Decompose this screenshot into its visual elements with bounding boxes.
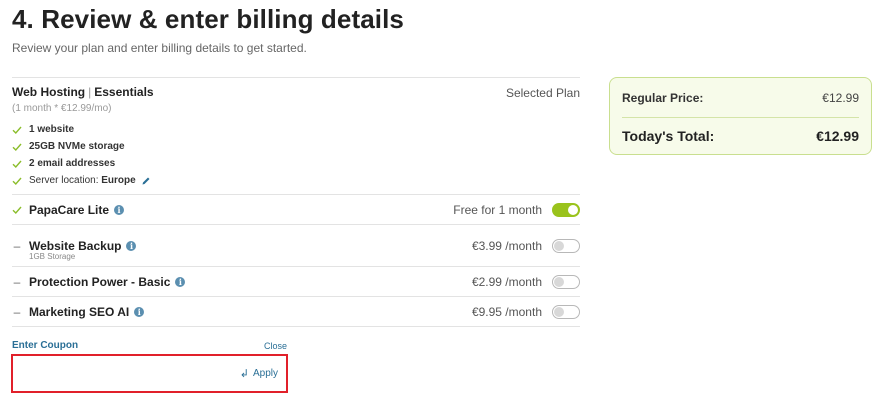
coupon-label: Enter Coupon <box>12 340 79 351</box>
addon-price: €2.99 /month <box>471 274 542 289</box>
addon-price: €3.99 /month <box>471 238 542 253</box>
coupon-close-link[interactable]: Close <box>264 341 287 351</box>
plan-separator: | <box>88 85 92 99</box>
check-icon <box>12 177 22 185</box>
feature-label: Server location: <box>29 175 99 186</box>
feature-item: 1 website <box>12 121 580 138</box>
dash-icon: – <box>13 238 21 253</box>
info-icon[interactable]: i <box>134 306 145 317</box>
addon-row: – Marketing SEO AI i €9.95 /month <box>12 297 580 327</box>
check-icon <box>12 126 22 134</box>
regular-price-row: Regular Price: €12.99 <box>622 78 859 118</box>
regular-price-value: €12.99 <box>822 90 859 105</box>
addon-name: Protection Power - Basic <box>29 274 171 289</box>
apply-button[interactable]: ↲ Apply <box>240 367 278 380</box>
addon-row: – Protection Power - Basic i €2.99 /mont… <box>12 267 580 297</box>
addon-toggle[interactable] <box>552 238 580 253</box>
apply-label: Apply <box>252 368 278 379</box>
toggle-knob <box>568 204 578 215</box>
info-icon[interactable]: i <box>126 240 137 251</box>
info-icon[interactable]: i <box>175 276 186 287</box>
addon-name: Marketing SEO AI <box>29 304 130 319</box>
addon-name: Website Backup <box>29 238 122 253</box>
dash-icon: – <box>13 274 21 289</box>
feature-item: 25GB NVMe storage <box>12 138 580 155</box>
check-icon <box>12 143 22 151</box>
total-value: €12.99 <box>816 128 859 144</box>
toggle-knob <box>554 306 564 317</box>
total-label: Today's Total: <box>622 128 715 144</box>
addon-toggle[interactable] <box>552 304 580 319</box>
plan-header: Web Hosting | Essentials (1 month * €12.99… <box>12 78 580 195</box>
info-icon[interactable]: i <box>114 204 125 215</box>
price-summary: Regular Price: €12.99 Today's Total: €12… <box>609 77 872 155</box>
dash-icon: – <box>13 304 21 319</box>
addon-row: – Website Backup i 1GB Storage €3.99 /mo… <box>12 225 580 267</box>
page-title: 4. Review & enter billing details <box>12 4 404 34</box>
feature-label: 2 email addresses <box>29 158 116 169</box>
addon-name: PapaCare Lite <box>29 202 110 217</box>
feature-label: 25GB NVMe storage <box>29 141 125 152</box>
total-row: Today's Total: €12.99 <box>622 118 859 154</box>
return-icon: ↲ <box>239 368 249 380</box>
feature-item: 2 email addresses <box>12 155 580 172</box>
addon-price: €9.95 /month <box>471 304 542 319</box>
server-location-value: Europe <box>101 175 136 186</box>
feature-label: 1 website <box>29 124 75 135</box>
coupon-field: ↲ Apply <box>11 354 288 393</box>
plan-details: Web Hosting | Essentials (1 month * €12.99… <box>12 77 580 327</box>
addon-row: PapaCare Lite i Free for 1 month <box>12 195 580 225</box>
check-icon <box>12 160 22 168</box>
coupon-input[interactable] <box>17 362 217 386</box>
regular-price-label: Regular Price: <box>622 90 704 105</box>
page-subtitle: Review your plan and enter billing detai… <box>12 41 307 55</box>
feature-list: 1 website 25GB NVMe storage 2 email addr… <box>12 121 580 189</box>
check-icon <box>12 206 22 214</box>
toggle-knob <box>554 276 564 287</box>
addon-toggle[interactable] <box>552 202 580 217</box>
addon-price: Free for 1 month <box>453 202 542 217</box>
plan-tier: Essentials <box>94 85 154 99</box>
toggle-knob <box>554 240 564 251</box>
pencil-icon[interactable] <box>141 176 151 186</box>
plan-term: (1 month * €12.99/mo) <box>12 103 112 114</box>
addon-toggle[interactable] <box>552 274 580 289</box>
addon-subtext: 1GB Storage <box>29 252 76 261</box>
selected-plan-label: Selected Plan <box>505 86 580 100</box>
feature-item: Server location: Europe <box>12 172 580 189</box>
plan-name: Web Hosting | Essentials <box>12 85 580 99</box>
plan-product: Web Hosting <box>12 85 86 99</box>
